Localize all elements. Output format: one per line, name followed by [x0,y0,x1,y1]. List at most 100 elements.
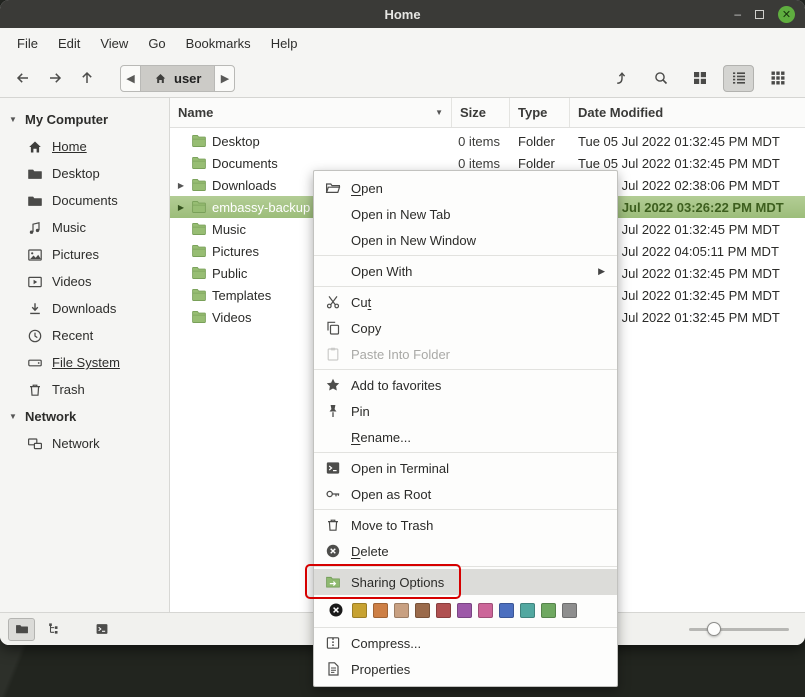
sidebar: ▼My ComputerHome Desktop DocumentsMusicPic… [0,98,170,612]
context-menu-item-sharing-options[interactable]: Sharing Options [314,569,617,595]
context-menu-item-delete[interactable]: Delete [314,538,617,564]
properties-icon [324,661,342,677]
sidebar-item-label: Desktop [52,166,100,181]
file-name: Pictures [212,244,259,259]
path-segment-user[interactable]: user [140,66,215,91]
paste-icon [324,346,342,362]
toolbar: ◀ user ▶ [0,59,805,98]
sidebar-item-documents[interactable]: Documents [0,187,169,214]
folder-color-swatch-4[interactable] [415,603,430,618]
terminal-icon [324,460,342,476]
context-menu-item-open-in-new-tab[interactable]: Open in New Tab [314,201,617,227]
menu-go[interactable]: Go [139,31,174,56]
icon-view-button[interactable] [684,65,715,92]
folder-color-swatch-3[interactable] [394,603,409,618]
compact-view-icon [770,70,786,86]
context-menu-item-copy[interactable]: Copy [314,315,617,341]
clear-folder-color-button[interactable] [328,602,344,618]
context-menu-item-properties[interactable]: Properties [314,656,617,682]
folder-icon [191,177,207,193]
tree-view-button[interactable] [40,618,67,641]
column-header-name[interactable]: Name▼ [170,98,452,127]
path-scroll-right-button[interactable]: ▶ [215,66,234,91]
terminal-pane-button[interactable] [88,618,115,641]
maximize-button[interactable] [755,10,764,19]
context-menu-item-open[interactable]: Open [314,175,617,201]
sidebar-item-desktop[interactable]: Desktop [0,160,169,187]
folder-color-swatch-8[interactable] [499,603,514,618]
sidebar-item-home[interactable]: Home [0,133,169,160]
folder-color-swatch-5[interactable] [436,603,451,618]
menu-help[interactable]: Help [262,31,307,56]
section-expander-icon[interactable]: ▼ [8,115,18,124]
zoom-slider[interactable] [689,619,789,639]
context-menu-item-paste-into-folder: Paste Into Folder [314,341,617,367]
menu-view[interactable]: View [91,31,137,56]
minimize-button[interactable]: – [734,8,741,20]
sidebar-item-file-system[interactable]: File System [0,349,169,376]
menu-file[interactable]: File [8,31,47,56]
forward-icon [47,70,63,86]
context-menu-item-add-to-favorites[interactable]: Add to favorites [314,372,617,398]
menu-bookmarks[interactable]: Bookmarks [177,31,260,56]
context-menu-item-compress[interactable]: Compress... [314,630,617,656]
path-bar: ◀ user ▶ [120,65,235,92]
sidebar-item-recent[interactable]: Recent [0,322,169,349]
folder-color-swatch-6[interactable] [457,603,472,618]
toggle-location-entry-button[interactable] [606,65,637,92]
context-menu-item-open-with[interactable]: Open With▶ [314,258,617,284]
download-icon [27,301,43,317]
trash-icon [27,382,43,398]
folder-icon [191,133,207,149]
list-view-button[interactable] [723,65,754,92]
row-expander-icon[interactable]: ▶ [176,181,186,190]
folder-color-swatch-1[interactable] [352,603,367,618]
folder-color-swatch-10[interactable] [541,603,556,618]
compact-view-button[interactable] [762,65,793,92]
sidebar-item-network[interactable]: Network [0,430,169,457]
up-button[interactable] [72,64,102,92]
search-button[interactable] [645,65,676,92]
sidebar-section-my-computer[interactable]: ▼My Computer [0,106,169,133]
context-menu-item-rename[interactable]: Rename... [314,424,617,450]
folder-color-swatch-2[interactable] [373,603,388,618]
row-expander-icon[interactable]: ▶ [176,203,186,212]
folder-color-swatch-7[interactable] [478,603,493,618]
delete-icon [324,543,342,559]
icon-view-icon [692,70,708,86]
places-pane-button[interactable] [8,618,35,641]
context-menu-item-open-as-root[interactable]: Open as Root [314,481,617,507]
zoom-slider-knob[interactable] [707,622,721,636]
context-menu-item-cut[interactable]: Cut [314,289,617,315]
sidebar-item-downloads[interactable]: Downloads [0,295,169,322]
folder-color-swatch-11[interactable] [562,603,577,618]
sidebar-section-network[interactable]: ▼Network [0,403,169,430]
column-header-type[interactable]: Type [510,98,570,127]
sidebar-item-pictures[interactable]: Pictures [0,241,169,268]
back-button[interactable] [8,64,38,92]
list-view-icon [731,70,747,86]
context-menu-item-open-in-new-window[interactable]: Open in New Window [314,227,617,253]
context-menu-item-pin[interactable]: Pin [314,398,617,424]
sidebar-item-music[interactable]: Music [0,214,169,241]
forward-button[interactable] [40,64,70,92]
path-segment-label: user [174,71,201,86]
folder-color-swatch-9[interactable] [520,603,535,618]
path-scroll-left-button[interactable]: ◀ [121,66,140,91]
column-header-date-modified[interactable]: Date Modified [570,98,805,127]
file-row-desktop[interactable]: ▶Desktop0 itemsFolderTue 05 Jul 2022 01:… [170,130,805,152]
menu-item-label: Properties [351,662,607,677]
view-controls [606,65,797,92]
column-header-size[interactable]: Size [452,98,510,127]
sidebar-item-label: Videos [52,274,92,289]
titlebar[interactable]: Home – ✕ [0,0,805,28]
tree-view-icon [47,622,61,636]
section-expander-icon[interactable]: ▼ [8,412,18,421]
sidebar-item-trash[interactable]: Trash [0,376,169,403]
context-menu-item-open-in-terminal[interactable]: Open in Terminal [314,455,617,481]
menu-item-label: Open as Root [351,487,607,502]
sidebar-item-videos[interactable]: Videos [0,268,169,295]
context-menu-item-move-to-trash[interactable]: Move to Trash [314,512,617,538]
menu-edit[interactable]: Edit [49,31,89,56]
close-button[interactable]: ✕ [778,6,795,23]
